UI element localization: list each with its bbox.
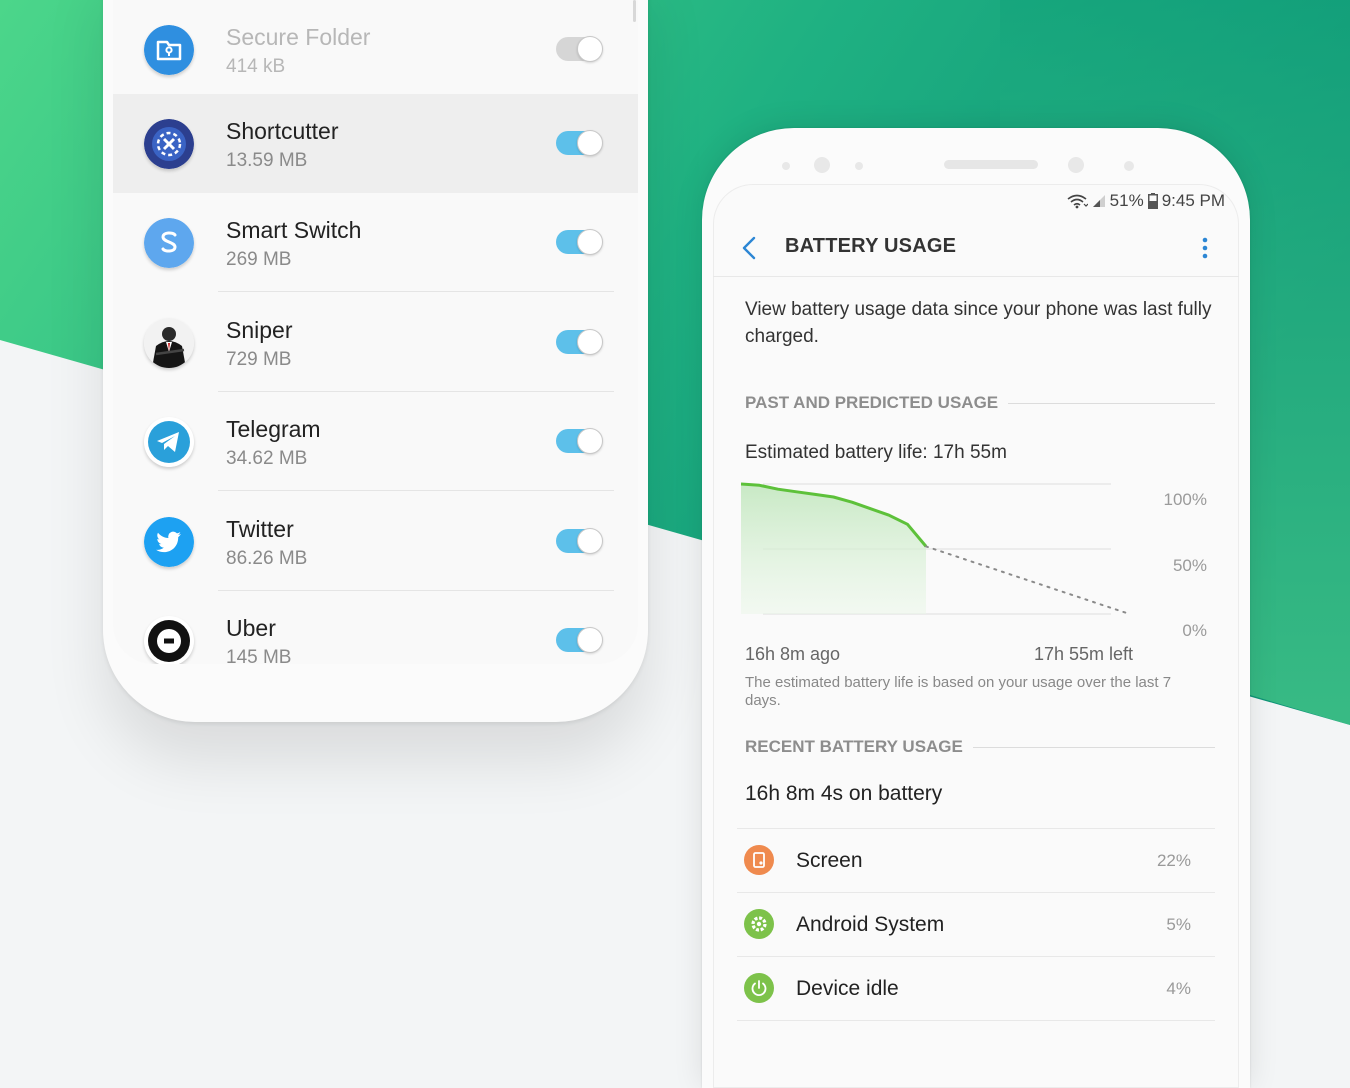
app-row-shortcutter[interactable]: Shortcutter 13.59 MB bbox=[113, 94, 638, 193]
usage-row-device-idle[interactable]: Device idle 4% bbox=[737, 956, 1215, 1021]
screen-icon bbox=[744, 845, 774, 875]
sensor-dot bbox=[855, 162, 863, 170]
app-toggle[interactable] bbox=[556, 627, 603, 653]
usage-name: Screen bbox=[796, 849, 863, 872]
left-phone-frame: Secure Folder 414 kB Shortcutter 13.59 M… bbox=[103, 0, 648, 722]
section-title: PAST AND PREDICTED USAGE bbox=[745, 393, 1009, 412]
app-size: 13.59 MB bbox=[226, 150, 308, 171]
app-size: 729 MB bbox=[226, 349, 292, 370]
app-toggle[interactable] bbox=[556, 130, 603, 156]
usage-percent: 4% bbox=[1166, 979, 1191, 998]
app-toggle[interactable] bbox=[556, 528, 603, 554]
y-tick-label: 0% bbox=[1182, 621, 1207, 640]
usage-name: Device idle bbox=[796, 977, 899, 1000]
app-list-screen: Secure Folder 414 kB Shortcutter 13.59 M… bbox=[113, 0, 638, 664]
y-tick-label: 100% bbox=[1163, 490, 1207, 509]
usage-name: Android System bbox=[796, 913, 945, 936]
speaker-grille bbox=[944, 160, 1038, 169]
device-idle-icon bbox=[744, 973, 774, 1003]
telegram-icon bbox=[144, 417, 194, 467]
app-toggle[interactable] bbox=[556, 36, 603, 62]
battery-percent: 51% bbox=[1109, 191, 1144, 210]
usage-percent: 22% bbox=[1156, 851, 1191, 870]
app-size: 269 MB bbox=[226, 249, 292, 270]
past-usage-header: PAST AND PREDICTED USAGE bbox=[745, 393, 1215, 415]
divider bbox=[218, 291, 614, 292]
app-name: Smart Switch bbox=[226, 217, 362, 243]
battery-chart bbox=[741, 482, 1131, 615]
x-end-label: 17h 55m left bbox=[1034, 644, 1134, 664]
app-toggle[interactable] bbox=[556, 229, 603, 255]
chart-line-predicted-usage bbox=[925, 545, 1131, 615]
app-row-uber[interactable]: Uber 145 MB bbox=[113, 591, 638, 664]
wifi-icon bbox=[1066, 193, 1088, 209]
app-size: 86.26 MB bbox=[226, 548, 308, 569]
app-toggle[interactable] bbox=[556, 428, 603, 454]
time-on-battery: 16h 8m 4s on battery bbox=[745, 782, 943, 805]
right-phone-frame: 51% 9:45 PM BATTERY USAGE View battery u… bbox=[702, 128, 1250, 1088]
app-row-secure-folder[interactable]: Secure Folder 414 kB bbox=[113, 0, 638, 99]
smart-switch-icon bbox=[144, 218, 194, 268]
section-title: RECENT BATTERY USAGE bbox=[745, 737, 973, 756]
app-row-sniper[interactable]: Sniper 729 MB bbox=[113, 293, 638, 392]
sensor-dot bbox=[1124, 161, 1134, 171]
app-size: 145 MB bbox=[226, 647, 292, 664]
recent-usage-header: RECENT BATTERY USAGE bbox=[745, 737, 1215, 759]
x-start-label: 16h 8m ago bbox=[745, 644, 841, 664]
app-size: 414 kB bbox=[226, 56, 286, 77]
app-row-smart-switch[interactable]: Smart Switch 269 MB bbox=[113, 193, 638, 292]
estimated-battery-life: Estimated battery life: 17h 55m bbox=[745, 442, 1007, 463]
uber-icon bbox=[144, 616, 194, 664]
usage-percent: 5% bbox=[1166, 915, 1191, 934]
divider bbox=[218, 490, 614, 491]
page-title: BATTERY USAGE bbox=[785, 235, 957, 257]
app-name: Telegram bbox=[226, 416, 321, 442]
sensor-dot bbox=[782, 162, 790, 170]
back-arrow-icon[interactable] bbox=[738, 233, 762, 263]
sniper-icon bbox=[144, 318, 194, 368]
app-name: Shortcutter bbox=[226, 118, 339, 144]
app-size: 34.62 MB bbox=[226, 448, 308, 469]
shortcutter-icon bbox=[144, 119, 194, 169]
usage-row-android-system[interactable]: Android System 5% bbox=[737, 892, 1215, 957]
status-bar: 51% 9:45 PM bbox=[1066, 190, 1225, 212]
secure-folder-icon bbox=[144, 25, 194, 75]
app-name: Uber bbox=[226, 615, 276, 641]
more-options-icon[interactable] bbox=[1199, 233, 1211, 263]
intro-text: View battery usage data since your phone… bbox=[745, 299, 1212, 347]
battery-usage-screen: 51% 9:45 PM BATTERY USAGE View battery u… bbox=[713, 184, 1239, 1088]
twitter-icon bbox=[144, 517, 194, 567]
app-name: Secure Folder bbox=[226, 24, 371, 50]
app-name: Sniper bbox=[226, 317, 293, 343]
battery-icon bbox=[1147, 193, 1158, 209]
chart-area-fill bbox=[741, 484, 926, 614]
iris-scanner bbox=[1068, 157, 1084, 173]
usage-row-screen[interactable]: Screen 22% bbox=[737, 828, 1215, 893]
y-tick-label: 50% bbox=[1172, 556, 1207, 575]
app-row-twitter[interactable]: Twitter 86.26 MB bbox=[113, 492, 638, 591]
front-camera bbox=[814, 157, 830, 173]
divider bbox=[737, 1020, 1215, 1023]
estimate-note: The estimated battery life is based on y… bbox=[745, 674, 1172, 709]
signal-icon bbox=[1092, 194, 1106, 208]
app-bar: BATTERY USAGE bbox=[713, 220, 1239, 277]
status-time: 9:45 PM bbox=[1161, 191, 1225, 210]
app-row-telegram[interactable]: Telegram 34.62 MB bbox=[113, 392, 638, 491]
app-name: Twitter bbox=[226, 516, 294, 542]
android-system-icon bbox=[744, 909, 774, 939]
app-toggle[interactable] bbox=[556, 329, 603, 355]
